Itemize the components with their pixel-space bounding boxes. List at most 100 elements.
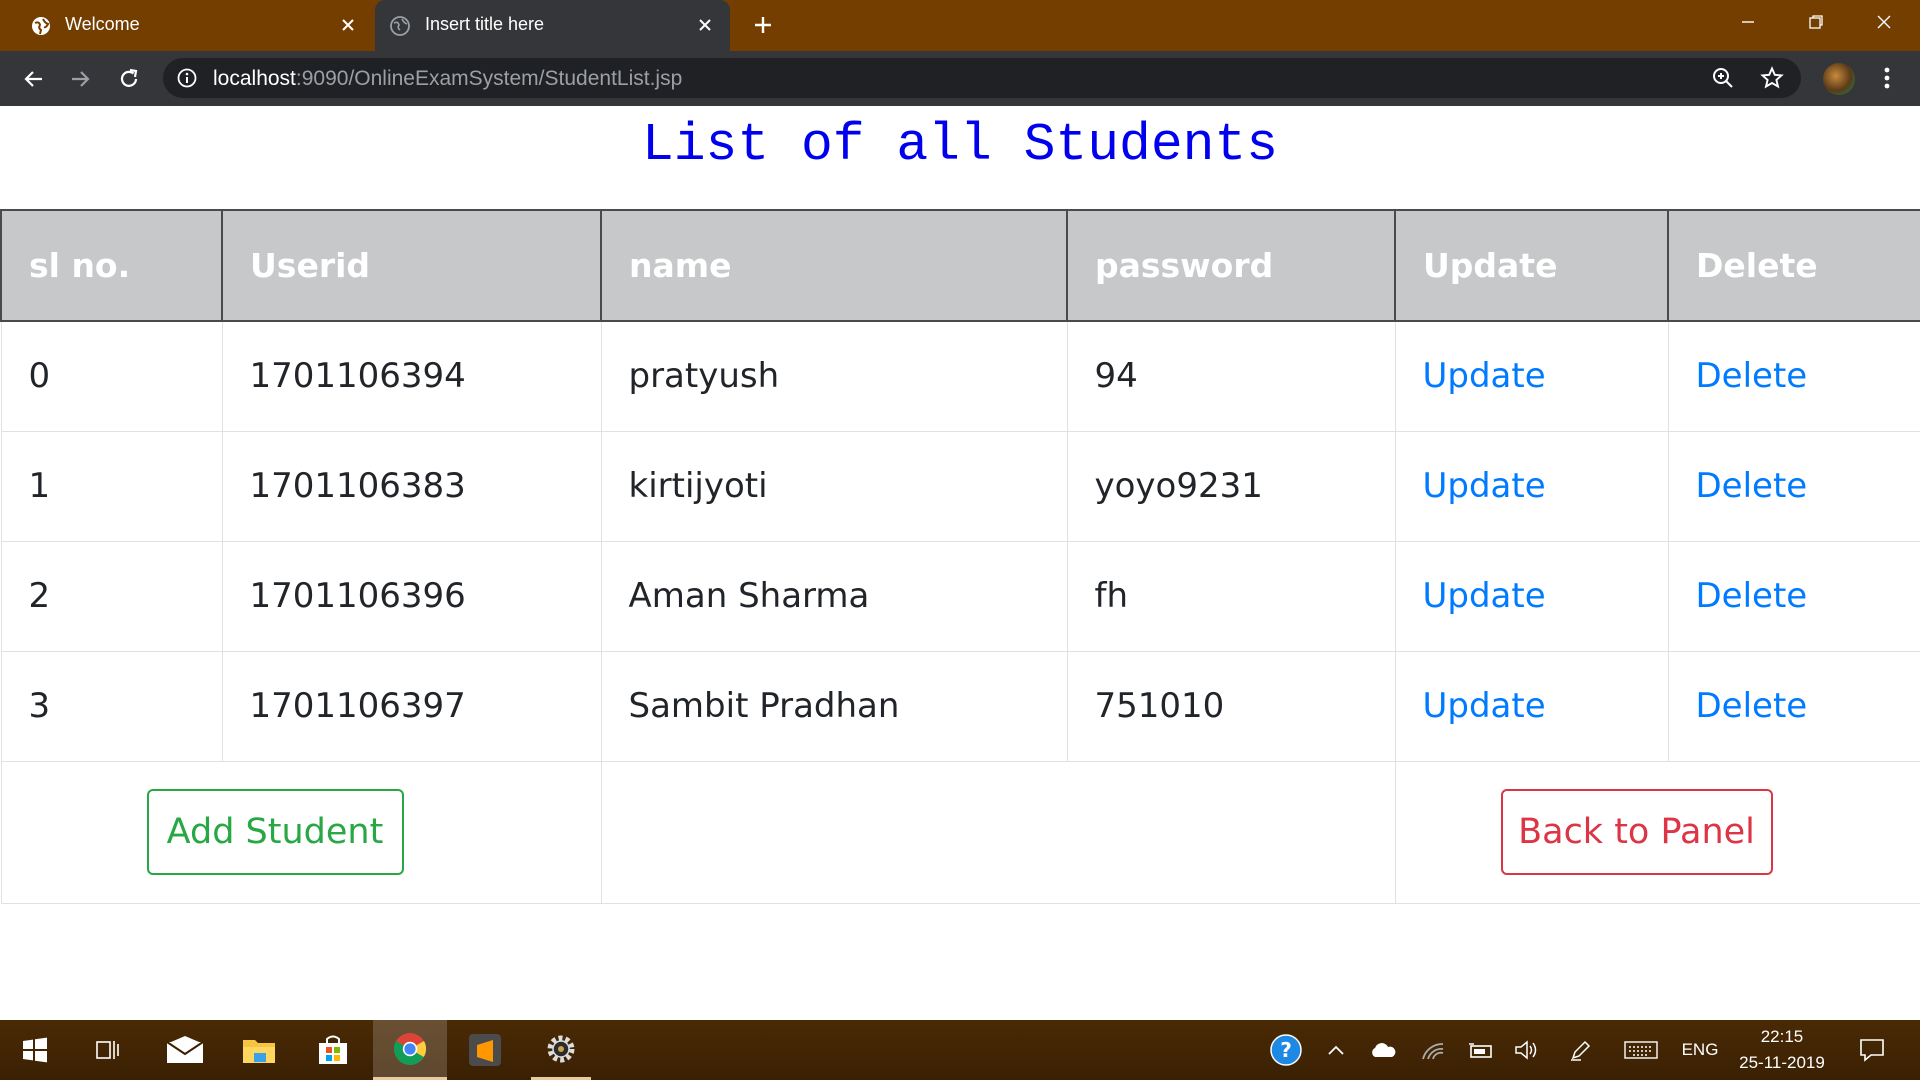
header-password: password	[1066, 209, 1396, 322]
pen-ink-icon[interactable]	[1566, 1020, 1596, 1080]
file-explorer-icon[interactable]	[229, 1020, 289, 1080]
language-indicator[interactable]: ENG	[1680, 1020, 1720, 1080]
cell-sl-no: 0	[0, 320, 223, 432]
sublime-text-icon[interactable]	[455, 1020, 515, 1080]
browser-tab-strip: Welcome Insert title here	[0, 0, 1920, 51]
cell-delete: Delete	[1667, 540, 1920, 652]
profile-avatar[interactable]	[1823, 63, 1855, 95]
chevron-up-icon[interactable]	[1322, 1020, 1350, 1080]
table-footer-row: Add Student Back to Panel	[0, 760, 1920, 904]
footer-right-cell: Back to Panel	[1394, 760, 1920, 904]
cell-userid: 1701106383	[221, 430, 602, 542]
cell-sl-no: 2	[0, 540, 223, 652]
windows-start-icon[interactable]	[5, 1020, 65, 1080]
cell-userid: 1701106397	[221, 650, 602, 762]
cell-name: Aman Sharma	[600, 540, 1068, 652]
cell-sl-no: 3	[0, 650, 223, 762]
table-row: 1 1701106383 kirtijyoti yoyo9231 Update …	[0, 430, 1920, 542]
forward-arrow-icon[interactable]	[66, 64, 96, 94]
header-userid: Userid	[221, 209, 602, 322]
url-path: :9090/OnlineExamSystem/StudentList.jsp	[295, 67, 683, 90]
new-tab-button[interactable]	[750, 12, 776, 38]
windows-taskbar: ? ENG 22:15 25-11-2019	[0, 1020, 1920, 1080]
url-text[interactable]: localhost:9090/OnlineExamSystem/StudentL…	[213, 67, 682, 91]
delete-link[interactable]: Delete	[1696, 686, 1808, 726]
cell-update: Update	[1394, 430, 1669, 542]
volume-icon[interactable]	[1512, 1020, 1542, 1080]
cell-update: Update	[1394, 320, 1669, 432]
tab-title: Insert title here	[425, 14, 545, 34]
back-arrow-icon[interactable]	[18, 64, 48, 94]
footer-middle-cell	[600, 760, 1396, 904]
cell-password: 751010	[1066, 650, 1396, 762]
close-window-button[interactable]	[1866, 8, 1902, 36]
footer-left-cell: Add Student	[0, 760, 602, 904]
page-title: List of all Students	[641, 115, 1279, 175]
cell-name: Sambit Pradhan	[600, 650, 1068, 762]
cell-update: Update	[1394, 540, 1669, 652]
page-content: List of all Students sl no. Userid name …	[0, 106, 1920, 1020]
table-header-row: sl no. Userid name password Update Delet…	[0, 209, 1920, 322]
restore-button[interactable]	[1798, 8, 1834, 36]
table-row: 3 1701106397 Sambit Pradhan 751010 Updat…	[0, 650, 1920, 762]
add-student-button[interactable]: Add Student	[146, 789, 404, 875]
cell-sl-no: 1	[0, 430, 223, 542]
cell-password: 94	[1066, 320, 1396, 432]
cell-userid: 1701106396	[221, 540, 602, 652]
cell-name: kirtijyoti	[600, 430, 1068, 542]
svg-text:?: ?	[1280, 1038, 1292, 1062]
header-sl-no: sl no.	[0, 209, 223, 322]
header-delete: Delete	[1667, 209, 1920, 322]
url-host: localhost	[213, 67, 296, 90]
cell-password: yoyo9231	[1066, 430, 1396, 542]
update-link[interactable]: Update	[1423, 466, 1546, 506]
zoom-icon[interactable]	[1712, 67, 1734, 89]
students-table: sl no. Userid name password Update Delet…	[0, 209, 1920, 904]
back-to-panel-button[interactable]: Back to Panel	[1500, 789, 1773, 875]
update-link[interactable]: Update	[1423, 686, 1546, 726]
reload-icon[interactable]	[114, 64, 144, 94]
globe-icon	[390, 16, 410, 36]
cell-userid: 1701106394	[221, 320, 602, 432]
wifi-icon[interactable]	[1418, 1020, 1448, 1080]
cell-delete: Delete	[1667, 650, 1920, 762]
globe-icon	[32, 17, 50, 35]
info-icon[interactable]	[177, 68, 197, 88]
clock-time: 22:15	[1760, 1027, 1804, 1046]
bookmark-star-icon[interactable]	[1760, 66, 1784, 90]
address-bar[interactable]: localhost:9090/OnlineExamSystem/StudentL…	[163, 58, 1801, 98]
browser-toolbar: localhost:9090/OnlineExamSystem/StudentL…	[0, 51, 1920, 106]
tab-insert-title[interactable]: Insert title here	[375, 0, 730, 51]
minimize-button[interactable]	[1730, 8, 1766, 36]
header-update: Update	[1394, 209, 1669, 322]
delete-link[interactable]: Delete	[1696, 356, 1808, 396]
table-row: 0 1701106394 pratyush 94 Update Delete	[0, 320, 1920, 432]
cell-name: pratyush	[600, 320, 1068, 432]
cell-delete: Delete	[1667, 320, 1920, 432]
table-row: 2 1701106396 Aman Sharma fh Update Delet…	[0, 540, 1920, 652]
battery-icon[interactable]	[1466, 1020, 1496, 1080]
delete-link[interactable]: Delete	[1696, 466, 1808, 506]
clock-date: 25-11-2019	[1739, 1053, 1825, 1072]
mail-icon[interactable]	[155, 1020, 215, 1080]
cell-update: Update	[1394, 650, 1669, 762]
update-link[interactable]: Update	[1423, 356, 1546, 396]
notifications-icon[interactable]	[1854, 1020, 1890, 1080]
onedrive-cloud-icon[interactable]	[1368, 1020, 1398, 1080]
more-menu-icon[interactable]	[1872, 63, 1902, 93]
close-tab-icon[interactable]	[692, 12, 718, 38]
close-tab-icon[interactable]	[335, 12, 361, 38]
clock[interactable]: 22:15 25-11-2019	[1726, 1024, 1838, 1076]
settings-gear-icon[interactable]	[531, 1020, 591, 1080]
chrome-icon[interactable]	[373, 1020, 447, 1080]
tab-welcome[interactable]: Welcome	[0, 0, 375, 51]
keyboard-icon[interactable]	[1622, 1020, 1660, 1080]
cell-password: fh	[1066, 540, 1396, 652]
header-name: name	[600, 209, 1068, 322]
help-icon[interactable]: ?	[1268, 1020, 1304, 1080]
store-icon[interactable]	[303, 1020, 363, 1080]
tab-title: Welcome	[65, 14, 140, 34]
task-view-icon[interactable]	[78, 1020, 138, 1080]
update-link[interactable]: Update	[1423, 576, 1546, 616]
delete-link[interactable]: Delete	[1696, 576, 1808, 616]
